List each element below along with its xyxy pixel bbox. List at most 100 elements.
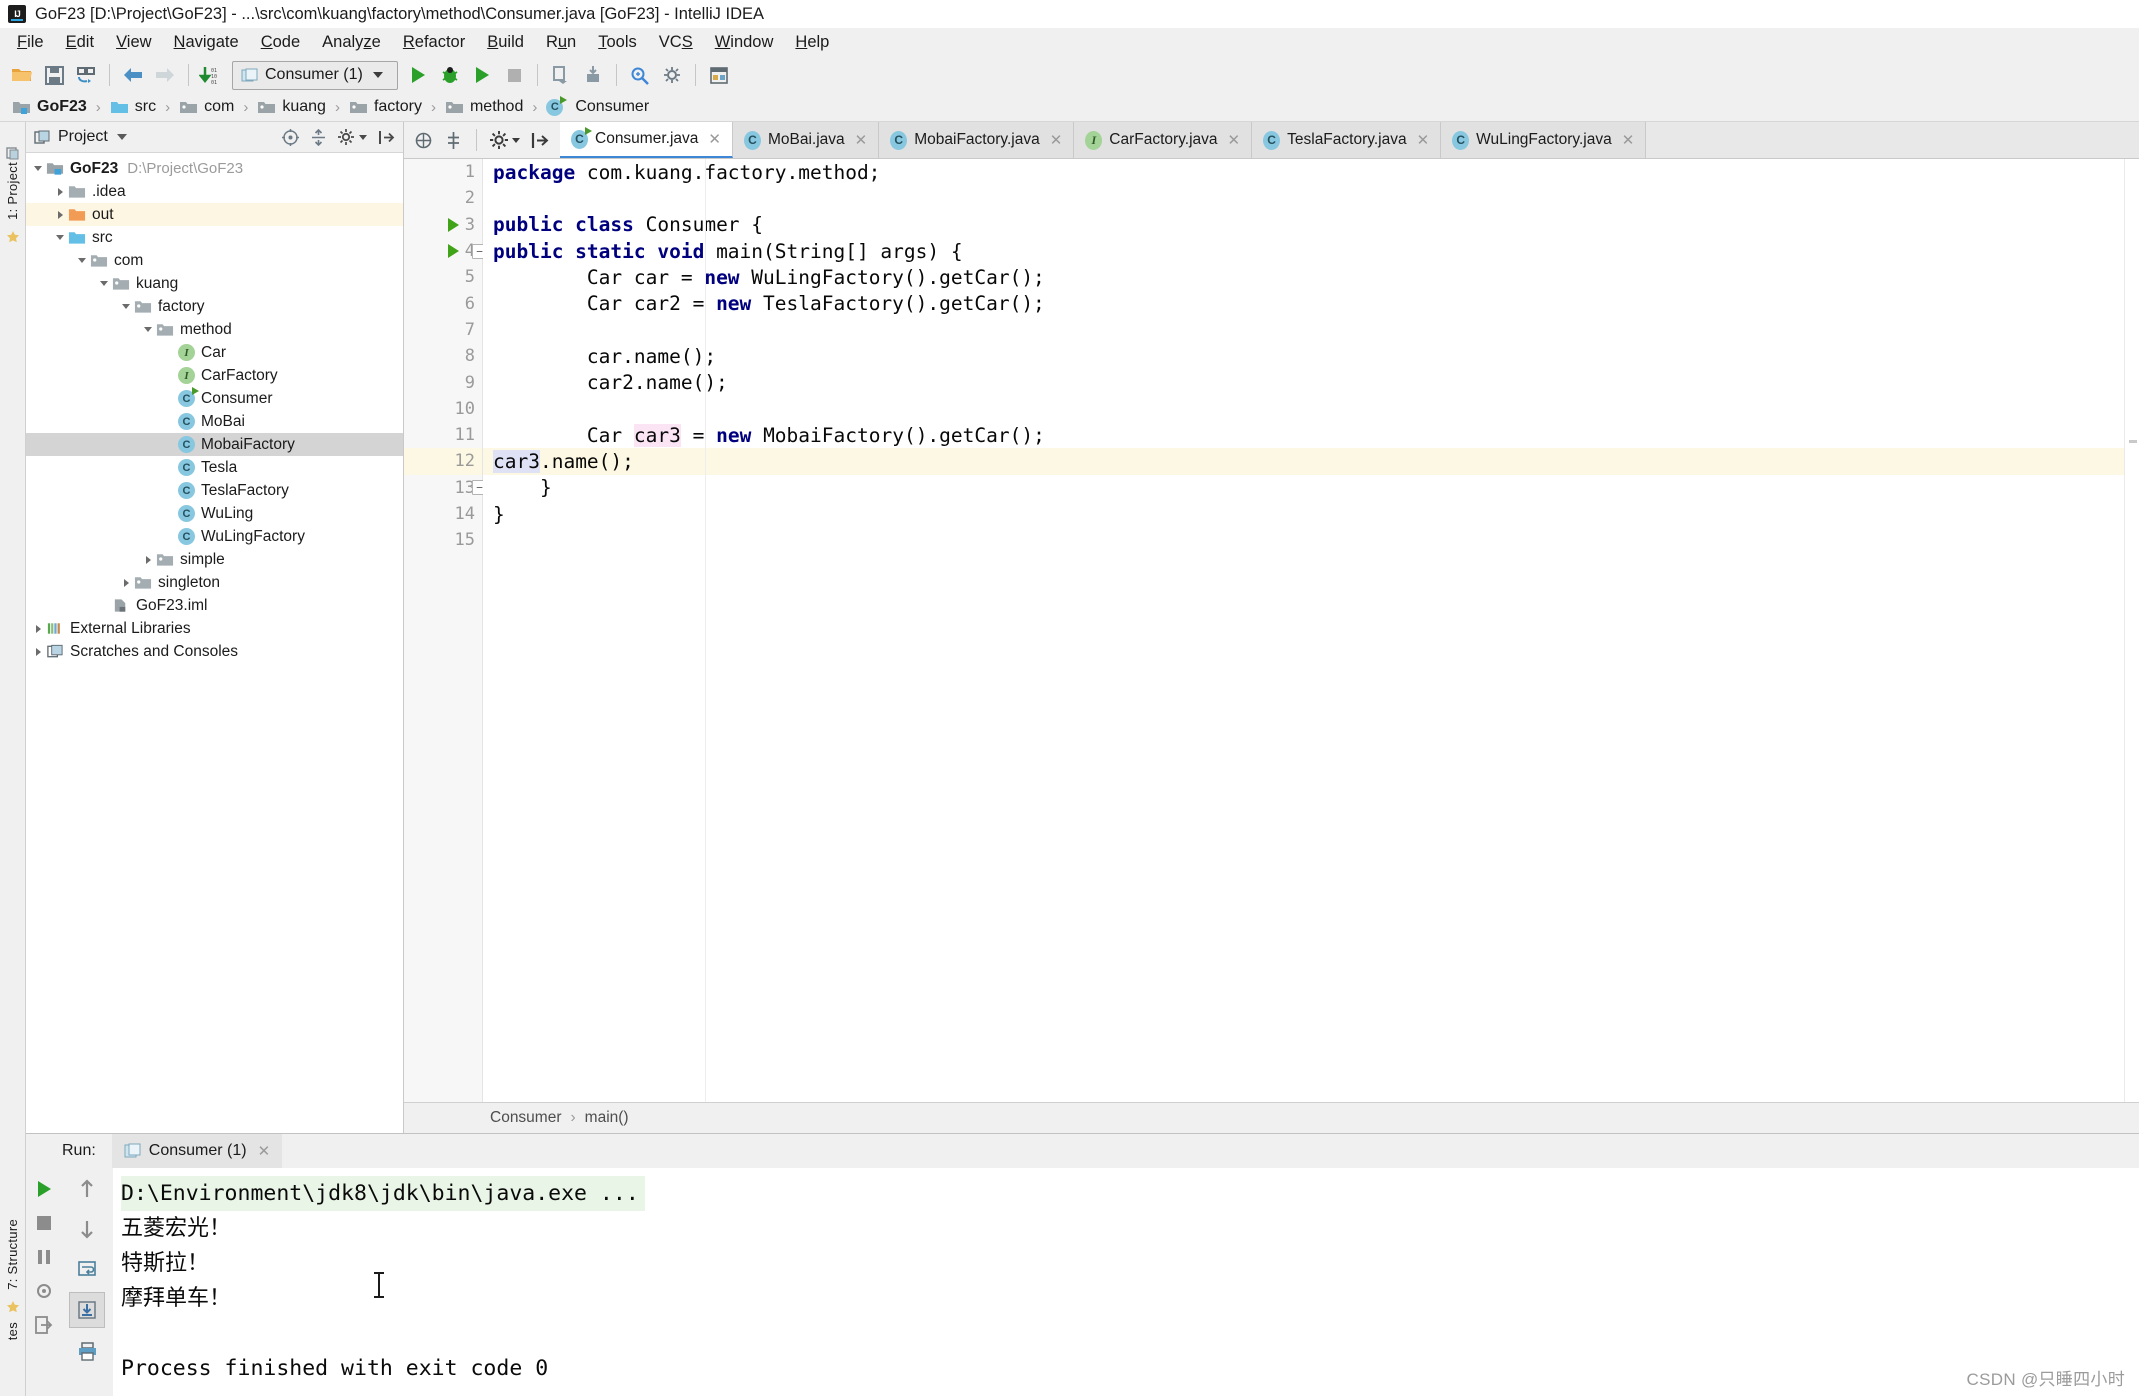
code-line[interactable]: Car car = new WuLingFactory().getCar(); [483, 264, 2124, 290]
chevron-down-icon[interactable] [140, 322, 156, 338]
line-number[interactable]: 7 [404, 317, 482, 343]
menu-refactor[interactable]: Refactor [392, 30, 476, 55]
menu-edit[interactable]: Edit [55, 30, 105, 55]
line-number[interactable]: 12 [404, 448, 482, 475]
collapse-all-icon[interactable] [310, 128, 327, 146]
console-output[interactable]: D:\Environment\jdk8\jdk\bin\java.exe ...… [113, 1168, 2139, 1396]
chevron-right-icon[interactable] [52, 184, 68, 200]
code-line[interactable]: car3 .name(); [483, 448, 2124, 475]
close-tab-icon[interactable]: ✕ [708, 130, 721, 148]
tree-node-car[interactable]: I Car [26, 341, 403, 364]
line-number[interactable]: 6 [404, 290, 482, 316]
tree-node-src[interactable]: src [26, 226, 403, 249]
line-number[interactable]: 8 [404, 343, 482, 369]
editor-tab-teslafactory-java[interactable]: C TeslaFactory.java ✕ [1252, 122, 1442, 158]
tree-node-kuang[interactable]: kuang [26, 272, 403, 295]
chevron-down-icon[interactable] [359, 134, 367, 140]
attach-profiler-icon[interactable] [577, 60, 609, 90]
gear-icon[interactable] [338, 128, 355, 146]
tree-node--idea[interactable]: .idea [26, 180, 403, 203]
compile-icon[interactable]: 01 10 01 [196, 60, 228, 90]
tree-node-carfactory[interactable]: I CarFactory [26, 364, 403, 387]
tree-node-external-libraries[interactable]: External Libraries [26, 617, 403, 640]
tree-node-teslafactory[interactable]: C TeslaFactory [26, 479, 403, 502]
code-line[interactable]: car.name(); [483, 343, 2124, 369]
line-number[interactable]: 13− [404, 475, 487, 501]
tree-node-wuling[interactable]: C WuLing [26, 502, 403, 525]
sync-icon[interactable] [70, 60, 102, 90]
code-line[interactable]: } [483, 501, 2124, 527]
code-line[interactable]: package com.kuang.factory.method; [483, 159, 2124, 185]
close-tab-icon[interactable]: ✕ [1622, 131, 1635, 149]
tree-node-wulingfactory[interactable]: C WuLingFactory [26, 525, 403, 548]
chevron-right-icon[interactable] [52, 207, 68, 223]
forward-arrow-icon[interactable] [149, 60, 181, 90]
editor-tab-wulingfactory-java[interactable]: C WuLingFactory.java ✕ [1441, 122, 1647, 158]
menu-tools[interactable]: Tools [587, 30, 648, 55]
breadcrumb-item-src[interactable]: src [108, 98, 158, 116]
hide-panel-icon[interactable] [531, 131, 550, 150]
settings-sync-icon[interactable] [414, 131, 433, 150]
menu-file[interactable]: File [6, 30, 55, 55]
rail-project-label[interactable]: 1: Project [5, 162, 20, 220]
hide-panel-icon[interactable] [378, 129, 395, 146]
chevron-right-icon[interactable] [30, 621, 46, 637]
editor-tab-carfactory-java[interactable]: I CarFactory.java ✕ [1074, 122, 1253, 158]
menu-code[interactable]: Code [250, 30, 311, 55]
scroll-from-source-icon[interactable] [282, 128, 299, 146]
tree-node-tesla[interactable]: C Tesla [26, 456, 403, 479]
tree-node-mobai[interactable]: C MoBai [26, 410, 403, 433]
editor-marker-stripe[interactable] [2124, 159, 2139, 1102]
editor-code-area[interactable]: package com.kuang.factory.method; public … [483, 159, 2124, 1102]
menu-analyze[interactable]: Analyze [311, 30, 392, 55]
soft-wrap-icon[interactable] [70, 1252, 104, 1286]
menu-window[interactable]: Window [704, 30, 785, 55]
line-number[interactable]: 9 [404, 369, 482, 395]
line-number[interactable]: 1 [404, 159, 482, 185]
tree-node-method[interactable]: method [26, 318, 403, 341]
chevron-down-icon[interactable] [96, 276, 112, 292]
chevron-down-icon[interactable] [74, 253, 90, 269]
tree-node-consumer[interactable]: C Consumer [26, 387, 403, 410]
chevron-right-icon[interactable] [118, 575, 134, 591]
project-view-icon[interactable] [5, 146, 20, 160]
close-tab-icon[interactable]: ✕ [1417, 131, 1430, 149]
rail-favorites-label[interactable]: tes [5, 1322, 20, 1340]
breadcrumb-item-kuang[interactable]: kuang [255, 98, 328, 116]
stop-icon[interactable] [27, 1206, 61, 1240]
exit-icon[interactable] [27, 1308, 61, 1342]
line-number[interactable]: 2 [404, 185, 482, 211]
run-gutter-icon[interactable] [448, 244, 459, 259]
settings-icon[interactable] [656, 60, 688, 90]
close-tab-icon[interactable]: ✕ [1050, 131, 1063, 149]
tree-node-scratches-and-consoles[interactable]: Scratches and Consoles [26, 640, 403, 663]
breadcrumb-item-com[interactable]: com [177, 98, 236, 116]
tree-node-gof23-iml[interactable]: GoF23.iml [26, 594, 403, 617]
editor-gutter[interactable]: 1 2 3 4−5 6 7 8 9 10 11 12 13−14 15 [404, 159, 487, 1102]
code-line[interactable] [483, 185, 2124, 211]
split-editor-icon[interactable] [444, 131, 463, 150]
tree-node-singleton[interactable]: singleton [26, 571, 403, 594]
line-number[interactable]: 10 [404, 396, 482, 422]
tree-node-com[interactable]: com [26, 249, 403, 272]
breadcrumb-item-factory[interactable]: factory [347, 98, 424, 116]
line-number[interactable]: 5 [404, 264, 482, 290]
back-arrow-icon[interactable] [117, 60, 149, 90]
code-line[interactable] [483, 527, 2124, 553]
breadcrumb-item-consumer[interactable]: C Consumer [544, 95, 651, 116]
menu-view[interactable]: View [105, 30, 162, 55]
chevron-down-icon[interactable] [116, 134, 127, 140]
rail-structure-label[interactable]: 7: Structure [5, 1219, 20, 1290]
code-editor[interactable]: 1 2 3 4−5 6 7 8 9 10 11 12 13−14 15 package com.kuan… [404, 159, 2139, 1102]
code-line[interactable]: Car car2 = new TeslaFactory().getCar(); [483, 290, 2124, 316]
editor-tab-consumer-java[interactable]: C Consumer.java ✕ [560, 122, 733, 158]
chevron-down-icon[interactable] [512, 137, 520, 143]
run-configuration-selector[interactable]: Consumer (1) [232, 60, 398, 90]
code-line[interactable] [483, 396, 2124, 422]
chevron-down-icon[interactable] [52, 230, 68, 246]
chevron-down-icon[interactable] [118, 299, 134, 315]
debug-icon[interactable] [434, 60, 466, 90]
pause-icon[interactable] [27, 1240, 61, 1274]
dump-threads-icon[interactable] [27, 1274, 61, 1308]
breadcrumb-item-gof23[interactable]: GoF23 [10, 98, 89, 116]
